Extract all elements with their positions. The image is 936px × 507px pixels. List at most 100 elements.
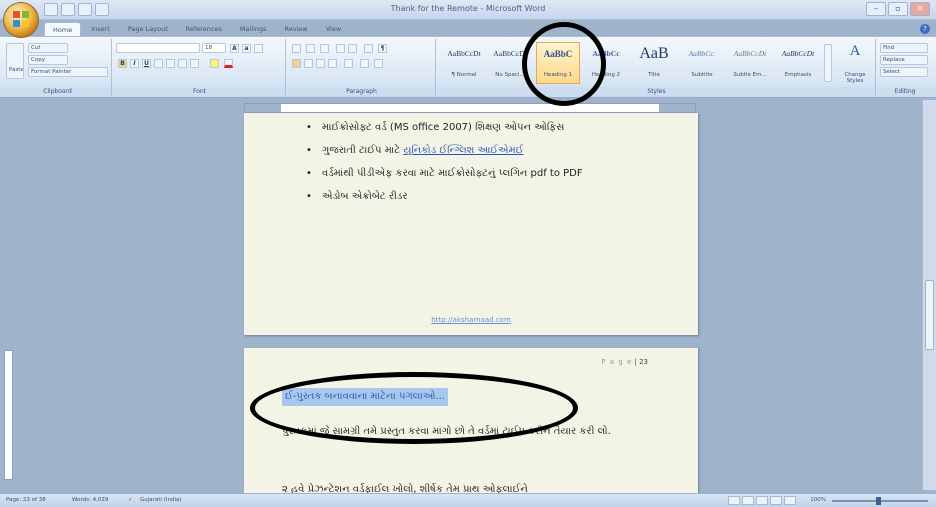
increase-indent-icon[interactable] bbox=[348, 44, 357, 53]
align-right-icon[interactable] bbox=[316, 59, 325, 68]
vertical-ruler-scale bbox=[4, 350, 13, 480]
clipboard-group-label: Clipboard bbox=[4, 87, 111, 96]
right-margin-marker[interactable] bbox=[659, 104, 695, 112]
underline-button[interactable]: U bbox=[142, 59, 151, 68]
office-logo-icon bbox=[13, 11, 31, 29]
styles-scroll[interactable] bbox=[824, 44, 832, 82]
style-normal[interactable]: AaBbCcDt ¶ Normal bbox=[442, 42, 486, 84]
vertical-ruler bbox=[0, 100, 16, 490]
style-preview: AaBbCcDt bbox=[781, 49, 815, 58]
format-painter-button[interactable]: Format Painter bbox=[28, 67, 108, 77]
replace-button[interactable]: Replace bbox=[880, 55, 928, 65]
sort-icon[interactable] bbox=[364, 44, 373, 53]
numbering-icon[interactable] bbox=[306, 44, 315, 53]
align-left-icon[interactable] bbox=[292, 59, 301, 68]
zoom-slider-knob[interactable] bbox=[876, 497, 881, 505]
annotation-ellipse-heading-text bbox=[250, 372, 578, 444]
font-name-select[interactable] bbox=[116, 43, 200, 53]
zoom-level[interactable]: 100% bbox=[810, 497, 826, 504]
zoom-slider[interactable] bbox=[832, 497, 928, 505]
page-word: P a g e bbox=[601, 358, 633, 366]
tab-page-layout[interactable]: Page Layout bbox=[120, 22, 176, 36]
editing-group: Find Replace Select Editing bbox=[878, 39, 932, 96]
tab-references[interactable]: References bbox=[178, 22, 230, 36]
list-item[interactable]: વર્ડમાંથી પીડીએફ કરવા માટે માઈક્રોસોફ્ટન… bbox=[306, 167, 583, 180]
tab-view[interactable]: View bbox=[318, 22, 349, 36]
show-marks-icon[interactable]: ¶ bbox=[378, 44, 387, 53]
italic-button[interactable]: I bbox=[130, 59, 139, 68]
clear-format-icon[interactable] bbox=[254, 44, 263, 53]
borders-icon[interactable] bbox=[374, 59, 383, 68]
style-subtitle[interactable]: AaBbCc. Subtitle bbox=[680, 42, 724, 84]
draft-icon[interactable] bbox=[784, 496, 796, 505]
font-size-select[interactable]: 18 bbox=[202, 43, 226, 53]
tab-review[interactable]: Review bbox=[277, 22, 316, 36]
left-margin-marker[interactable] bbox=[245, 104, 281, 112]
tab-mailings[interactable]: Mailings bbox=[232, 22, 275, 36]
footer-link[interactable]: http://aksharnaad.com bbox=[244, 316, 698, 324]
style-preview: AaBbCcDt bbox=[447, 49, 481, 58]
font-color-icon[interactable] bbox=[224, 59, 233, 68]
page-count[interactable]: Page: 23 of 38 bbox=[6, 497, 46, 504]
tab-home[interactable]: Home bbox=[44, 22, 82, 36]
style-name: Subtitle bbox=[691, 72, 713, 78]
paste-button[interactable]: Paste bbox=[6, 43, 24, 79]
copy-button[interactable]: Copy bbox=[28, 55, 68, 65]
page-number: P a g e | 23 bbox=[601, 358, 648, 366]
highlight-icon[interactable] bbox=[210, 59, 219, 68]
tab-insert[interactable]: Insert bbox=[83, 22, 118, 36]
full-screen-reading-icon[interactable] bbox=[742, 496, 754, 505]
view-buttons bbox=[728, 496, 796, 505]
list-item[interactable]: ગુજરાતી ટાઈપ માટે યુનિકોડ ઈન્ગ્લિશ આઈએમઈ bbox=[306, 144, 583, 157]
change-styles-icon: A bbox=[849, 43, 861, 59]
help-icon[interactable]: ? bbox=[920, 24, 930, 34]
strikethrough-icon[interactable] bbox=[154, 59, 163, 68]
line-spacing-icon[interactable] bbox=[344, 59, 353, 68]
bullets-icon[interactable] bbox=[292, 44, 301, 53]
grow-font-icon[interactable]: A bbox=[230, 44, 239, 53]
maximize-button[interactable]: ▫ bbox=[888, 2, 908, 16]
style-name: Emphasis bbox=[784, 72, 812, 78]
style-subtle-emphasis[interactable]: AaBbCcDt Subtle Em... bbox=[728, 42, 772, 84]
find-button[interactable]: Find bbox=[880, 43, 928, 53]
web-layout-icon[interactable] bbox=[756, 496, 768, 505]
change-styles-label: Change Styles bbox=[844, 72, 866, 84]
proofing-icon[interactable]: ✓ bbox=[128, 497, 133, 504]
shrink-font-icon[interactable]: a bbox=[242, 44, 251, 53]
style-name: ¶ Normal bbox=[451, 72, 477, 78]
change-styles-button[interactable]: A Change Styles bbox=[836, 42, 874, 84]
bold-button[interactable]: B bbox=[118, 59, 127, 68]
status-bar: Page: 23 of 38 Words: 4,029 ✓ Gujarati (… bbox=[0, 493, 936, 507]
clipboard-group: Paste Cut Copy Format Painter Clipboard bbox=[4, 39, 112, 96]
style-preview: AaBbCc. bbox=[688, 49, 716, 58]
list-item[interactable]: માઈક્રોસોફ્ટ વર્ડ (MS office 2007) શિક્ષ… bbox=[306, 121, 583, 134]
align-center-icon[interactable] bbox=[304, 59, 313, 68]
style-title[interactable]: AaB Title bbox=[632, 42, 676, 84]
office-button[interactable] bbox=[3, 2, 39, 38]
multilevel-list-icon[interactable] bbox=[320, 44, 329, 53]
scrollbar-thumb[interactable] bbox=[925, 280, 934, 350]
vertical-scrollbar[interactable] bbox=[922, 100, 936, 490]
word-count[interactable]: Words: 4,029 bbox=[72, 497, 108, 504]
justify-icon[interactable] bbox=[328, 59, 337, 68]
decrease-indent-icon[interactable] bbox=[336, 44, 345, 53]
outline-icon[interactable] bbox=[770, 496, 782, 505]
style-name: Title bbox=[648, 72, 660, 78]
print-layout-icon[interactable] bbox=[728, 496, 740, 505]
list-item[interactable]: એડોબ એક્રોબેટ રીડર bbox=[306, 190, 583, 203]
subscript-icon[interactable] bbox=[166, 59, 175, 68]
document-page[interactable]: માઈક્રોસોફ્ટ વર્ડ (MS office 2007) શિક્ષ… bbox=[244, 113, 698, 335]
superscript-icon[interactable] bbox=[178, 59, 187, 68]
unicode-ime-link[interactable]: યુનિકોડ ઈન્ગ્લિશ આઈએમઈ bbox=[403, 145, 523, 156]
bullet-list: માઈક્રોસોફ્ટ વર્ડ (MS office 2007) શિક્ષ… bbox=[306, 121, 583, 213]
paragraph-group-label: Paragraph bbox=[288, 87, 435, 96]
minimize-button[interactable]: – bbox=[866, 2, 886, 16]
change-case-icon[interactable] bbox=[190, 59, 199, 68]
close-button[interactable]: ✕ bbox=[910, 2, 930, 16]
select-button[interactable]: Select bbox=[880, 67, 928, 77]
horizontal-ruler[interactable] bbox=[244, 103, 696, 113]
style-emphasis[interactable]: AaBbCcDt Emphasis bbox=[776, 42, 820, 84]
cut-button[interactable]: Cut bbox=[28, 43, 68, 53]
shading-icon[interactable] bbox=[360, 59, 369, 68]
language-indicator[interactable]: Gujarati (India) bbox=[140, 497, 182, 504]
